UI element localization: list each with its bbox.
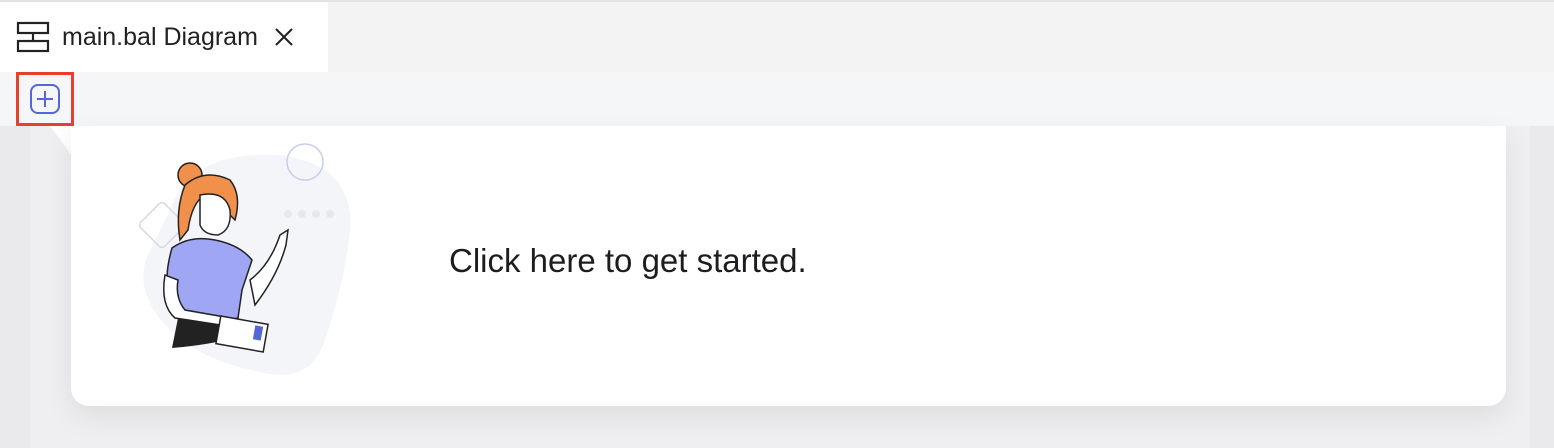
add-button[interactable] bbox=[16, 72, 74, 126]
tab-bar: main.bal Diagram bbox=[0, 2, 1554, 72]
card-notch bbox=[50, 126, 72, 156]
get-started-text[interactable]: Click here to get started. bbox=[449, 242, 807, 280]
diagram-toolbar bbox=[0, 72, 1554, 126]
diagram-icon bbox=[16, 20, 50, 54]
tab-label: main.bal Diagram bbox=[62, 22, 258, 51]
tab-main-bal-diagram[interactable]: main.bal Diagram bbox=[0, 2, 328, 72]
person-pointing-illustration bbox=[138, 143, 351, 375]
add-icon bbox=[30, 84, 60, 114]
close-icon[interactable] bbox=[272, 25, 296, 49]
